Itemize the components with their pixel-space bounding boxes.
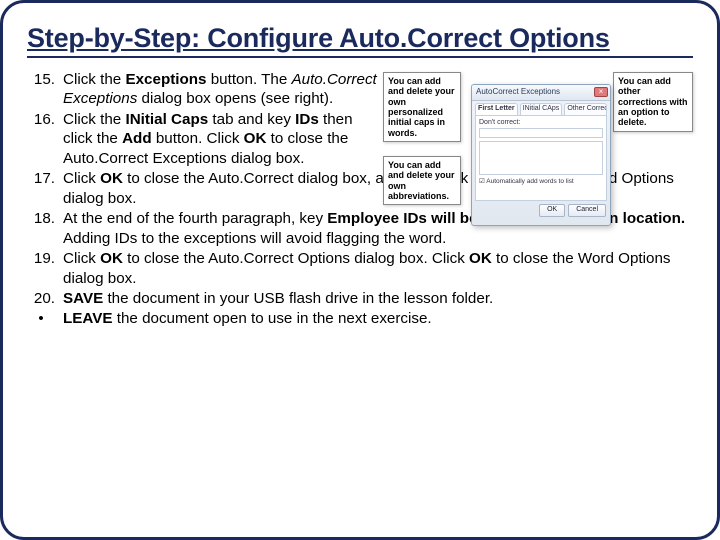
- dialog-tabs: First Letter INitial CAps Other Correcti…: [472, 101, 610, 115]
- text-run: IDs: [295, 111, 319, 128]
- page-title: Step-by-Step: Configure Auto.Correct Opt…: [27, 23, 693, 54]
- text-run: Add: [122, 130, 152, 147]
- bullet-body: LEAVE the document open to use in the ne…: [63, 309, 693, 328]
- bullet-row: • LEAVE the document open to use in the …: [27, 309, 693, 328]
- tab-initial-caps[interactable]: INitial CAps: [520, 103, 563, 115]
- callout-top-left: You can add and delete your own personal…: [383, 72, 461, 142]
- text-run: the document in your USB flash drive in …: [103, 290, 493, 307]
- text-run: OK: [244, 130, 267, 147]
- text-run: LEAVE: [63, 310, 113, 327]
- field-label: Don't correct:: [479, 119, 603, 128]
- text-run: button. The: [207, 71, 292, 88]
- close-icon[interactable]: ×: [594, 87, 608, 97]
- callout-top-right: You can add other corrections with an op…: [613, 72, 693, 132]
- cancel-button[interactable]: Cancel: [568, 204, 606, 217]
- tab-other-corrections[interactable]: Other Corrections: [564, 103, 607, 115]
- text-run: Click: [63, 170, 100, 187]
- dont-correct-input[interactable]: [479, 128, 603, 138]
- step-number: 15.: [27, 70, 63, 109]
- step-number: 20.: [27, 289, 63, 308]
- text-run: tab and key: [208, 111, 295, 128]
- text-run: the document open to use in the next exe…: [113, 310, 432, 327]
- step-body: Click the INitial Caps tab and key IDs t…: [63, 110, 381, 168]
- text-run: Click: [63, 250, 100, 267]
- text-run: OK: [100, 250, 123, 267]
- bullet-marker: •: [27, 309, 63, 328]
- slide: Step-by-Step: Configure Auto.Correct Opt…: [0, 0, 720, 540]
- text-run: SAVE: [63, 290, 103, 307]
- text-run: OK: [100, 170, 123, 187]
- text-run: At the end of the fourth paragraph, key: [63, 210, 327, 227]
- callout-bottom-left: You can add and delete your own abbrevia…: [383, 156, 461, 205]
- ok-button[interactable]: OK: [539, 204, 565, 217]
- step-number: 19.: [27, 249, 63, 288]
- step-item: 20.SAVE the document in your USB flash d…: [27, 289, 693, 308]
- text-run: dialog box opens (see right).: [137, 90, 333, 107]
- text-run: button. Click: [152, 130, 244, 147]
- text-run: INitial Caps: [125, 111, 208, 128]
- text-run: Click the: [63, 111, 125, 128]
- dialog-body: Don't correct: ☑ Automatically add words…: [475, 115, 607, 201]
- title-underline: [27, 56, 693, 58]
- step-item: 19.Click OK to close the Auto.Correct Op…: [27, 249, 693, 288]
- text-run: OK: [469, 250, 492, 267]
- dialog-titlebar: AutoCorrect Exceptions ×: [472, 85, 610, 101]
- text-run: to close the Auto.Correct Options dialog…: [123, 250, 469, 267]
- content-area: You can add and delete your own personal…: [27, 70, 693, 329]
- dialog-title: AutoCorrect Exceptions: [476, 87, 560, 96]
- exceptions-list[interactable]: [479, 141, 603, 175]
- step-body: Click OK to close the Auto.Correct Optio…: [63, 249, 693, 288]
- text-run: Exceptions: [125, 71, 206, 88]
- step-number: 18.: [27, 209, 63, 248]
- step-body: Click the Exceptions button. The Auto.Co…: [63, 70, 381, 109]
- autocorrect-exceptions-dialog: AutoCorrect Exceptions × First Letter IN…: [471, 84, 611, 226]
- step-number: 17.: [27, 169, 63, 208]
- text-run: Click the: [63, 71, 125, 88]
- step-body: SAVE the document in your USB flash driv…: [63, 289, 693, 308]
- step-number: 16.: [27, 110, 63, 168]
- dialog-button-row: OK Cancel: [472, 204, 610, 220]
- tab-first-letter[interactable]: First Letter: [475, 103, 518, 115]
- screenshot-area: You can add and delete your own personal…: [383, 70, 693, 236]
- auto-add-checkbox[interactable]: ☑ Automatically add words to list: [479, 178, 603, 186]
